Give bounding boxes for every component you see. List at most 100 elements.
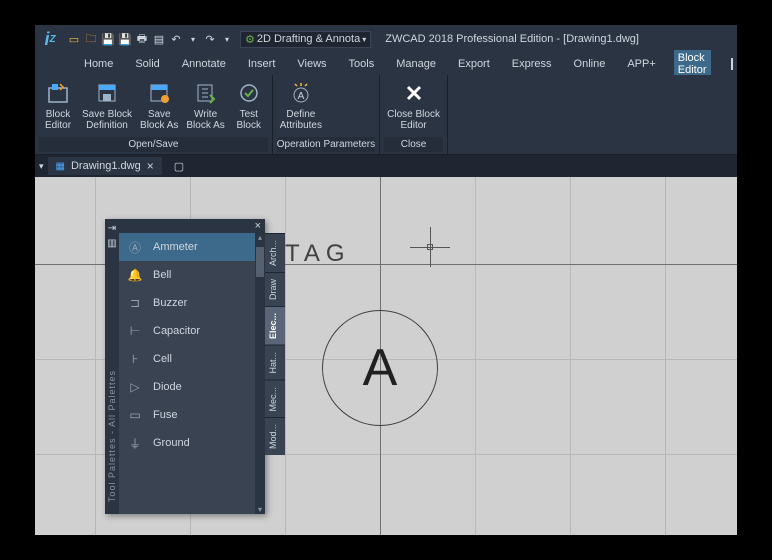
menu-home[interactable]: Home xyxy=(80,56,117,72)
menubar: Home Solid Annotate Insert Views Tools Manage E… xyxy=(35,53,737,75)
tool-label: Save BlockDefinition xyxy=(82,109,132,131)
palette-item-label: Ammeter xyxy=(153,241,198,253)
ribbon-tool-close-block-editor[interactable]: Close BlockEditor xyxy=(384,77,443,137)
ribbon-tool-save-block-as[interactable]: SaveBlock As xyxy=(137,77,181,137)
new-tab-icon[interactable]: ▢ xyxy=(174,160,184,173)
fuse-icon: ▭ xyxy=(125,406,145,424)
document-tab-label: Drawing1.dwg xyxy=(71,160,141,172)
menu-solid[interactable]: Solid xyxy=(131,56,163,72)
tool-label: WriteBlock As xyxy=(186,109,224,131)
ribbon-tool-test-block[interactable]: TestBlock xyxy=(230,77,268,137)
app-logo: iZ xyxy=(39,28,61,50)
open-icon[interactable]: 🗀 xyxy=(84,32,98,46)
palette-spine[interactable]: ⇥ ▥ Tool Palettes - All Palettes xyxy=(105,219,119,514)
palette-item-label: Fuse xyxy=(153,409,177,421)
tag-attribute-text: TAG xyxy=(285,240,351,268)
mail-icon[interactable] xyxy=(731,58,733,70)
palette-item-ammeter[interactable]: Ⓐ Ammeter xyxy=(119,233,265,261)
workspace-label: 2D Drafting & Annota xyxy=(257,33,360,45)
menu-export[interactable]: Export xyxy=(454,56,494,72)
palette-tab-draw[interactable]: Draw xyxy=(265,272,285,306)
drawing-canvas[interactable]: TAG A ⇥ ▥ Tool Palettes - All Palettes ×… xyxy=(35,177,737,535)
ribbon-group-close: Close BlockEditor Close xyxy=(380,75,448,154)
ammeter-icon: Ⓐ xyxy=(125,238,145,256)
palette-item-label: Diode xyxy=(153,381,182,393)
undo-dropdown-icon[interactable]: ▾ xyxy=(186,32,200,46)
tool-label: Close BlockEditor xyxy=(387,109,440,131)
ribbon-tool-write-block-as[interactable]: WriteBlock As xyxy=(183,77,227,137)
ribbon-tool-block-editor[interactable]: BlockEditor xyxy=(39,77,77,137)
menu-manage[interactable]: Manage xyxy=(392,56,440,72)
ribbon-group-title: Close xyxy=(384,137,443,152)
print-icon[interactable]: 🖶 xyxy=(135,32,149,46)
menu-express[interactable]: Express xyxy=(508,56,556,72)
palette-tab-arch[interactable]: Arch... xyxy=(265,233,285,272)
palette-item-fuse[interactable]: ▭ Fuse xyxy=(119,401,265,429)
ribbon-tool-save-block-definition[interactable]: Save BlockDefinition xyxy=(79,77,135,137)
document-tab[interactable]: ▦ Drawing1.dwg × xyxy=(48,157,162,175)
palette-tab-mod[interactable]: Mod... xyxy=(265,417,285,455)
dropdown-icon: ▾ xyxy=(362,35,366,44)
file-icon: ▦ xyxy=(56,161,65,172)
palette-item-bell[interactable]: 🔔Bell xyxy=(119,261,265,289)
palette-item-capacitor[interactable]: ⊢ Capacitor xyxy=(119,317,265,345)
palette-item-label: Capacitor xyxy=(153,325,200,337)
scroll-up-icon[interactable]: ▴ xyxy=(255,233,265,242)
workspace-selector[interactable]: ⚙ 2D Drafting & Annota ▾ xyxy=(240,31,371,48)
palette-header: × xyxy=(119,219,265,233)
tool-palette[interactable]: ⇥ ▥ Tool Palettes - All Palettes × Ⓐ Amme… xyxy=(105,219,265,514)
palette-tab-elec[interactable]: Elec... xyxy=(265,306,285,345)
palette-item-buzzer[interactable]: ⊐Buzzer xyxy=(119,289,265,317)
tool-label: SaveBlock As xyxy=(140,109,178,131)
buzzer-icon: ⊐ xyxy=(125,294,145,312)
preview-icon[interactable]: ▤ xyxy=(152,32,166,46)
scroll-down-icon[interactable]: ▾ xyxy=(255,505,265,514)
palette-item-ground[interactable]: ⏚Ground xyxy=(119,429,265,457)
palette-item-label: Ground xyxy=(153,437,190,449)
saveas-icon[interactable]: 💾 xyxy=(118,32,132,46)
menu-annotate[interactable]: Annotate xyxy=(178,56,230,72)
close-tab-icon[interactable]: × xyxy=(147,159,154,173)
palette-item-cell[interactable]: ⊦Cell xyxy=(119,345,265,373)
document-tab-bar: ▾ ▦ Drawing1.dwg × ▢ xyxy=(35,155,737,177)
undo-icon[interactable]: ↶ xyxy=(169,32,183,46)
diode-icon: ▷ xyxy=(125,378,145,396)
close-palette-icon[interactable]: × xyxy=(255,220,261,232)
tab-scroll-icon[interactable]: ▾ xyxy=(39,161,44,172)
quick-access-toolbar: ▭ 🗀 💾 💾 🖶 ▤ ↶ ▾ ↷ ▾ xyxy=(67,32,234,46)
capacitor-icon: ⊢ xyxy=(125,322,145,340)
palette-item-diode[interactable]: ▷ Diode xyxy=(119,373,265,401)
palette-scrollbar[interactable]: ▴ ▾ xyxy=(255,233,265,514)
new-icon[interactable]: ▭ xyxy=(67,32,81,46)
ribbon-group-title: Open/Save xyxy=(39,137,268,152)
palette-item-label: Bell xyxy=(153,269,171,281)
ribbon: BlockEditor Save BlockDefinition SaveBlock… xyxy=(35,75,737,155)
tool-label: BlockEditor xyxy=(45,109,71,131)
redo-dropdown-icon[interactable]: ▾ xyxy=(220,32,234,46)
tool-icon xyxy=(145,79,173,107)
ribbon-group-title: Operation Parameters xyxy=(277,137,375,152)
block-letter: A xyxy=(363,338,398,398)
redo-icon[interactable]: ↷ xyxy=(203,32,217,46)
pin-icon[interactable]: ⇥ xyxy=(108,223,116,234)
palette-list: Ⓐ Ammeter 🔔Bell⊐Buzzer ⊢ Capacitor ⊦Cell ▷ Diod… xyxy=(119,233,265,514)
scrollbar-thumb[interactable] xyxy=(256,247,264,277)
tool-icon xyxy=(400,79,428,107)
menu-views[interactable]: Views xyxy=(293,56,330,72)
menu-insert[interactable]: Insert xyxy=(244,56,280,72)
save-icon[interactable]: 💾 xyxy=(101,32,115,46)
tool-icon xyxy=(44,79,72,107)
palette-tab-mec[interactable]: Mec... xyxy=(265,380,285,418)
palette-item-label: Cell xyxy=(153,353,172,365)
tool-icon xyxy=(93,79,121,107)
tool-label: TestBlock xyxy=(237,109,261,131)
ribbon-group-operation-parameters: ADefineAttributesOperation Parameters xyxy=(273,75,380,154)
menu-tools[interactable]: Tools xyxy=(345,56,379,72)
ribbon-tool-define-attributes[interactable]: ADefineAttributes xyxy=(277,77,325,137)
menu-online[interactable]: Online xyxy=(570,56,610,72)
menu-app+[interactable]: APP+ xyxy=(623,56,659,72)
palette-tab-hat[interactable]: Hat... xyxy=(265,345,285,380)
palette-title: Tool Palettes - All Palettes xyxy=(107,370,117,502)
menu-icon[interactable]: ▥ xyxy=(107,238,116,249)
menu-block-editor[interactable]: Block Editor xyxy=(674,50,711,78)
